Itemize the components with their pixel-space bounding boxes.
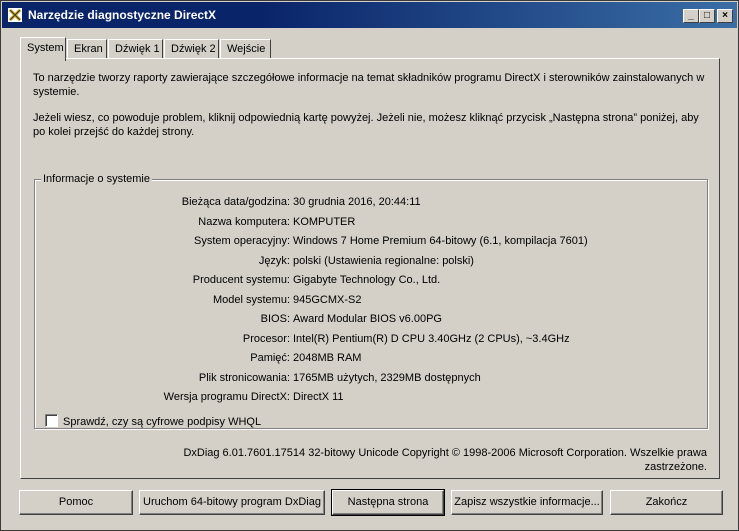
info-row-directx-version: Wersja programu DirectX: DirectX 11 [35, 391, 709, 407]
info-label: Procesor: [242, 333, 290, 345]
system-tab-panel: To narzędzie tworzy raporty zawierające … [20, 58, 720, 479]
info-value: polski (Ustawienia regionalne: polski) [293, 255, 474, 267]
help-button[interactable]: Pomoc [19, 490, 133, 515]
info-row-bios: BIOS: Award Modular BIOS v6.00PG [35, 313, 709, 329]
tab-dzwiek-1[interactable]: Dźwięk 1 [108, 39, 163, 59]
info-row-model: Model systemu: 945GCMX-S2 [35, 294, 709, 310]
info-value: KOMPUTER [293, 216, 356, 228]
info-label: Model systemu: [212, 294, 290, 306]
exit-button[interactable]: Zakończ [610, 490, 723, 515]
info-label: Bieżąca data/godzina: [181, 196, 290, 208]
info-value: Award Modular BIOS v6.00PG [293, 313, 442, 325]
info-value: 2048MB RAM [293, 352, 362, 364]
info-value: 30 grudnia 2016, 20:44:11 [293, 196, 421, 208]
system-info-group: Informacje o systemie Bieżąca data/godzi… [34, 173, 709, 429]
whql-checkbox[interactable] [45, 414, 58, 427]
intro-paragraph-1: To narzędzie tworzy raporty zawierające … [33, 72, 705, 98]
info-label: Plik stronicowania: [198, 372, 290, 384]
copyright-text: DxDiag 6.01.7601.17514 32-bitowy Unicode… [183, 447, 707, 473]
info-value: Intel(R) Pentium(R) D CPU 3.40GHz (2 CPU… [293, 333, 570, 345]
info-value: Gigabyte Technology Co., Ltd. [293, 274, 441, 286]
title-bar[interactable]: Narzędzie diagnostyczne DirectX _ □ × [2, 2, 737, 28]
save-all-info-button[interactable]: Zapisz wszystkie informacje... [451, 490, 603, 515]
whql-checkbox-label[interactable]: Sprawdź, czy są cyfrowe podpisy WHQL [63, 416, 261, 428]
info-row-pagefile: Plik stronicowania: 1765MB użytych, 2329… [35, 372, 709, 388]
info-value: Windows 7 Home Premium 64-bitowy (6.1, k… [293, 235, 588, 247]
info-label: Producent systemu: [192, 274, 290, 286]
tab-dzwiek-2[interactable]: Dźwięk 2 [164, 39, 219, 59]
directx-x-icon [8, 8, 22, 22]
maximize-button[interactable]: □ [699, 9, 715, 23]
info-row-os: System operacyjny: Windows 7 Home Premiu… [35, 235, 709, 251]
intro-paragraph-2: Jeżeli wiesz, co powoduje problem, klikn… [33, 112, 699, 138]
info-label: Wersja programu DirectX: [163, 391, 290, 403]
info-row-manufacturer: Producent systemu: Gigabyte Technology C… [35, 274, 709, 290]
info-label: Pamięć: [250, 352, 290, 364]
minimize-button[interactable]: _ [683, 9, 699, 23]
info-label: System operacyjny: [194, 235, 290, 247]
dxdiag-window: Narzędzie diagnostyczne DirectX _ □ × Sy… [0, 0, 739, 531]
info-value: 1765MB użytych, 2329MB dostępnych [293, 372, 481, 384]
next-page-button[interactable]: Następna strona [331, 489, 445, 516]
minimize-icon: _ [688, 10, 694, 21]
tab-ekran[interactable]: Ekran [67, 39, 107, 59]
info-row-datetime: Bieżąca data/godzina: 30 grudnia 2016, 2… [35, 196, 709, 212]
info-value: 945GCMX-S2 [293, 294, 362, 306]
close-button[interactable]: × [717, 9, 733, 23]
info-label: Nazwa komputera: [198, 216, 290, 228]
system-info-title: Informacje o systemie [41, 173, 152, 185]
info-label: BIOS: [260, 313, 290, 325]
run-64bit-dxdiag-button[interactable]: Uruchom 64-bitowy program DxDiag [139, 490, 325, 515]
maximize-icon: □ [703, 10, 711, 21]
info-value: DirectX 11 [293, 391, 344, 403]
window-title: Narzędzie diagnostyczne DirectX [28, 8, 217, 22]
whql-checkbox-row[interactable]: Sprawdź, czy są cyfrowe podpisy WHQL [45, 414, 261, 428]
info-row-language: Język: polski (Ustawienia regionalne: po… [35, 255, 709, 271]
info-row-processor: Procesor: Intel(R) Pentium(R) D CPU 3.40… [35, 333, 709, 349]
info-label: Język: [258, 255, 290, 267]
info-row-computer-name: Nazwa komputera: KOMPUTER [35, 216, 709, 232]
tab-system[interactable]: System [20, 37, 66, 61]
close-icon: × [722, 10, 728, 21]
tab-wejscie[interactable]: Wejście [220, 39, 271, 59]
info-row-memory: Pamięć: 2048MB RAM [35, 352, 709, 368]
